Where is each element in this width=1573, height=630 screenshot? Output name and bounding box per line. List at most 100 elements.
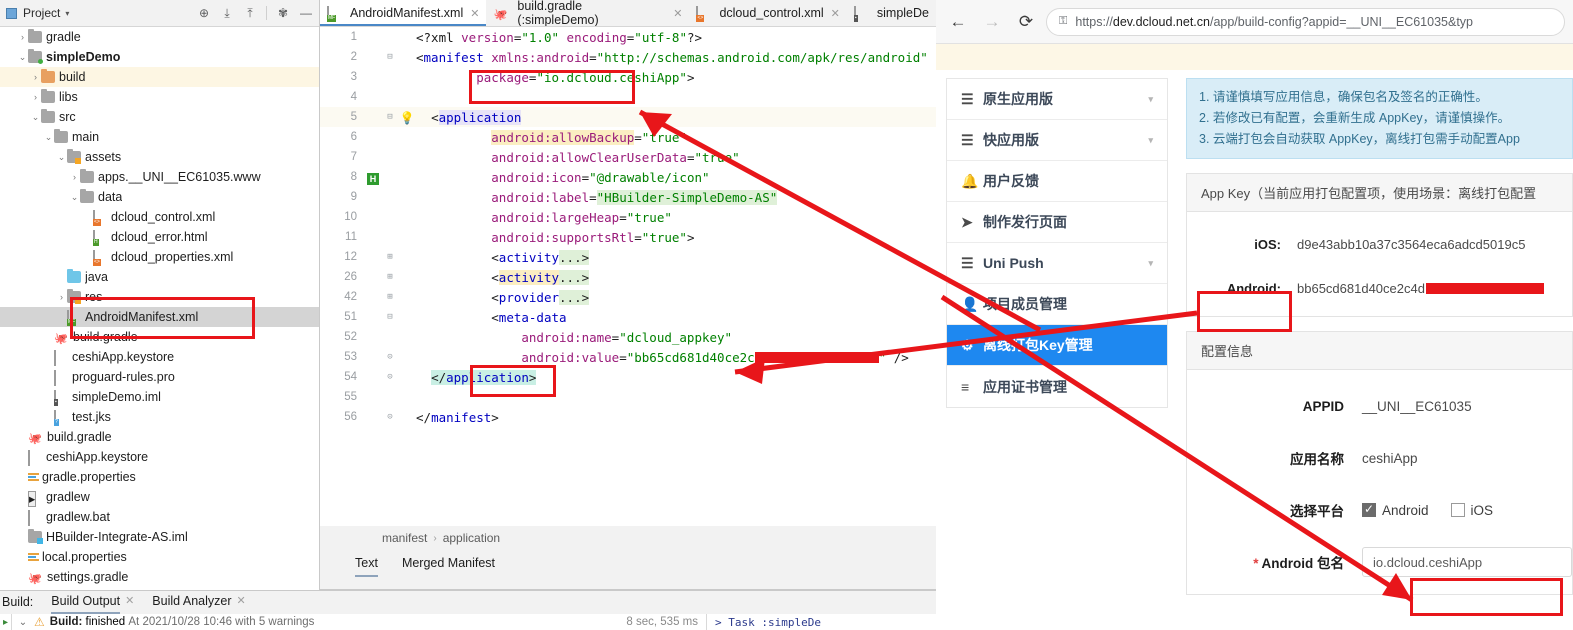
code-line-11[interactable]: 11 android:supportsRtl="true"> — [320, 227, 936, 247]
menu-item-5[interactable]: ☰ Uni Push ▾ — [947, 243, 1167, 284]
tree-toggle-icon[interactable]: › — [17, 32, 28, 42]
chevron-down-icon[interactable]: ▾ — [1148, 135, 1153, 146]
android-package-input[interactable]: io.dcloud.ceshiApp — [1362, 547, 1572, 577]
tree-item-assets[interactable]: ⌄ assets — [0, 147, 319, 167]
code-line-9[interactable]: 9 android:label="HBuilder-SimpleDemo-AS" — [320, 187, 936, 207]
tree-item-libs[interactable]: › libs — [0, 87, 319, 107]
editor-tab-dcloud-control-xml[interactable]: <> dcloud_control.xml ✕ — [689, 0, 846, 26]
close-icon[interactable]: ✕ — [470, 7, 479, 20]
tree-toggle-icon[interactable]: ⌄ — [56, 152, 67, 163]
code-line-4[interactable]: 4 — [320, 87, 936, 107]
expand-all-icon[interactable]: ⤓ — [220, 6, 234, 20]
address-bar[interactable]: ⚿ https://dev.dcloud.net.cn/app/build-co… — [1046, 7, 1565, 36]
tree-item-build[interactable]: › build — [0, 67, 319, 87]
code-line-55[interactable]: 55 — [320, 387, 936, 407]
editor-tab-simplede[interactable]: ▪ simpleDe — [847, 0, 936, 26]
code-line-3[interactable]: 3 package="io.dcloud.ceshiApp"> — [320, 67, 936, 87]
tree-item-data[interactable]: ⌄ data — [0, 187, 319, 207]
code-fold-icon[interactable]: ⊝ — [382, 352, 398, 362]
tree-item-simpledemo[interactable]: ⌄ simpleDemo — [0, 47, 319, 67]
code-line-5[interactable]: 5 ⊟ 💡 <application — [320, 107, 936, 127]
intention-bulb-icon[interactable]: 💡 — [398, 110, 416, 125]
menu-item-1[interactable]: ☰ 原生应用版 ▾ — [947, 79, 1167, 120]
code-line-10[interactable]: 10 android:largeHeap="true" — [320, 207, 936, 227]
page-side-menu[interactable]: ☰ 原生应用版 ▾ ☰ 快应用版 ▾ 🔔 用户反馈 ➤ 制作发行页面 ☰ Uni Push ▾ 👤 项目成员… — [946, 78, 1168, 408]
tree-item-main[interactable]: ⌄ main — [0, 127, 319, 147]
close-icon[interactable]: ✕ — [125, 594, 134, 607]
close-icon[interactable]: ✕ — [673, 7, 682, 20]
tree-item-test-jks[interactable]: ·? test.jks — [0, 407, 319, 427]
reload-button[interactable]: ⟳ — [1012, 8, 1040, 36]
tree-toggle-icon[interactable]: › — [30, 92, 41, 102]
editor-bottom-tabs[interactable]: Text Merged Manifest — [320, 550, 936, 590]
tree-item-local-properties[interactable]: · local.properties — [0, 547, 319, 567]
code-line-26[interactable]: 26 ⊞ <activity...> — [320, 267, 936, 287]
code-line-2[interactable]: 2 ⊟ <manifest xmlns:android="http://schema… — [320, 47, 936, 67]
close-icon[interactable]: ✕ — [831, 7, 840, 20]
code-fold-icon[interactable]: ⊞ — [382, 272, 398, 282]
build-tab-bar[interactable]: Build: Build Output ✕ Build Analyzer ✕ — [0, 591, 936, 614]
tree-item-src[interactable]: ⌄ src — [0, 107, 319, 127]
tab-build-analyzer[interactable]: Build Analyzer ✕ — [152, 594, 245, 611]
code-fold-icon[interactable]: ⊟ — [382, 52, 398, 62]
editor-tab-androidmanifest-xml[interactable]: MF AndroidManifest.xml ✕ — [320, 0, 487, 26]
code-line-53[interactable]: 53 ⊝ android:value="bb65cd681d40ce2c " /> — [320, 347, 936, 367]
tree-item-hbuilder-integrate-as-iml[interactable]: · HBuilder-Integrate-AS.iml — [0, 527, 319, 547]
collapse-all-icon[interactable]: ⤒ — [243, 6, 257, 20]
gear-icon[interactable]: ✾ — [276, 6, 290, 20]
editor-bottom-tab-merged-manifest[interactable]: Merged Manifest — [402, 556, 495, 575]
code-fold-icon[interactable]: ⊝ — [382, 412, 398, 422]
tree-item-gradlew[interactable]: ·▸ gradlew — [0, 487, 319, 507]
code-line-42[interactable]: 42 ⊞ <provider...> — [320, 287, 936, 307]
tree-toggle-icon[interactable]: ⌄ — [17, 52, 28, 63]
forward-button[interactable]: → — [978, 8, 1006, 36]
checkbox-ios[interactable]: iOS — [1450, 503, 1493, 518]
code-line-1[interactable]: 1 <?xml version="1.0" encoding="utf-8"?> — [320, 27, 936, 47]
menu-item-4[interactable]: ➤ 制作发行页面 — [947, 202, 1167, 243]
code-line-52[interactable]: 52 android:name="dcloud_appkey" — [320, 327, 936, 347]
tree-item-gradle-properties[interactable]: · gradle.properties — [0, 467, 319, 487]
menu-item-6[interactable]: 👤 项目成员管理 — [947, 284, 1167, 325]
breadcrumb-item-manifest[interactable]: manifest — [382, 531, 427, 545]
tree-item-gradlew-bat[interactable]: · gradlew.bat — [0, 507, 319, 527]
tree-item-androidmanifest-xml[interactable]: ·MF AndroidManifest.xml — [0, 307, 319, 327]
tree-item-java[interactable]: · java — [0, 267, 319, 287]
editor-tab-bar[interactable]: MF AndroidManifest.xml ✕ 🐙 build.gradle (:si… — [320, 0, 936, 27]
menu-item-3[interactable]: 🔔 用户反馈 — [947, 161, 1167, 202]
locate-icon[interactable]: ⊕ — [197, 6, 211, 20]
menu-item-2[interactable]: ☰ 快应用版 ▾ — [947, 120, 1167, 161]
menu-item-8[interactable]: ≡ 应用证书管理 — [947, 366, 1167, 407]
breadcrumb-item-application[interactable]: application — [443, 531, 500, 545]
code-line-6[interactable]: 6 android:allowBackup="true" — [320, 127, 936, 147]
tree-toggle-icon[interactable]: ⌄ — [69, 192, 80, 203]
minimize-icon[interactable]: — — [299, 6, 313, 20]
tree-item-simpledemo-iml[interactable]: ·▪ simpleDemo.iml — [0, 387, 319, 407]
tree-item-dcloud-error-html[interactable]: ·Hdcloud_error.html — [0, 227, 319, 247]
tree-item-build-gradle[interactable]: ·🐙 build.gradle — [0, 427, 319, 447]
code-fold-icon[interactable]: ⊞ — [382, 292, 398, 302]
checkbox-ios-box[interactable] — [1450, 503, 1465, 517]
project-tree[interactable]: › gradle ⌄ simpleDemo › build › libs ⌄ src ⌄ main ⌄ a… — [0, 27, 319, 590]
editor-bottom-tab-text[interactable]: Text — [355, 556, 378, 577]
tree-toggle-icon[interactable]: ⌄ — [30, 112, 41, 123]
editor-tab-build-gradle-simpledemo[interactable]: 🐙 build.gradle (:simpleDemo) ✕ — [486, 0, 689, 26]
tree-item-proguard-rules-pro[interactable]: · proguard-rules.pro — [0, 367, 319, 387]
code-editor[interactable]: 1 <?xml version="1.0" encoding="utf-8"?> 2… — [320, 27, 936, 526]
code-fold-icon[interactable]: ⊟ — [382, 112, 398, 122]
tree-item-settings-gradle[interactable]: ·🐙 settings.gradle — [0, 567, 319, 587]
chevron-down-icon[interactable]: ▾ — [1148, 258, 1153, 269]
code-fold-icon[interactable]: ⊝ — [382, 372, 398, 382]
checkbox-android[interactable]: Android — [1362, 502, 1429, 518]
tab-build-output[interactable]: Build Output ✕ — [51, 594, 134, 614]
chevron-down-icon[interactable]: ▾ — [65, 9, 69, 18]
tree-toggle-icon[interactable]: › — [69, 172, 80, 182]
code-line-7[interactable]: 7 android:allowClearUserData="true" — [320, 147, 936, 167]
menu-item-7[interactable]: ⚙ 离线打包Key管理 — [947, 325, 1167, 366]
back-button[interactable]: ← — [944, 8, 972, 36]
tree-toggle-icon[interactable]: › — [30, 72, 41, 82]
tree-toggle-icon[interactable]: › — [56, 292, 67, 302]
code-line-56[interactable]: 56 ⊝ </manifest> — [320, 407, 936, 427]
chevron-down-icon[interactable]: ⌄ — [12, 617, 34, 628]
code-line-8[interactable]: 8H android:icon="@drawable/icon" — [320, 167, 936, 187]
tree-toggle-icon[interactable]: ⌄ — [43, 132, 54, 143]
